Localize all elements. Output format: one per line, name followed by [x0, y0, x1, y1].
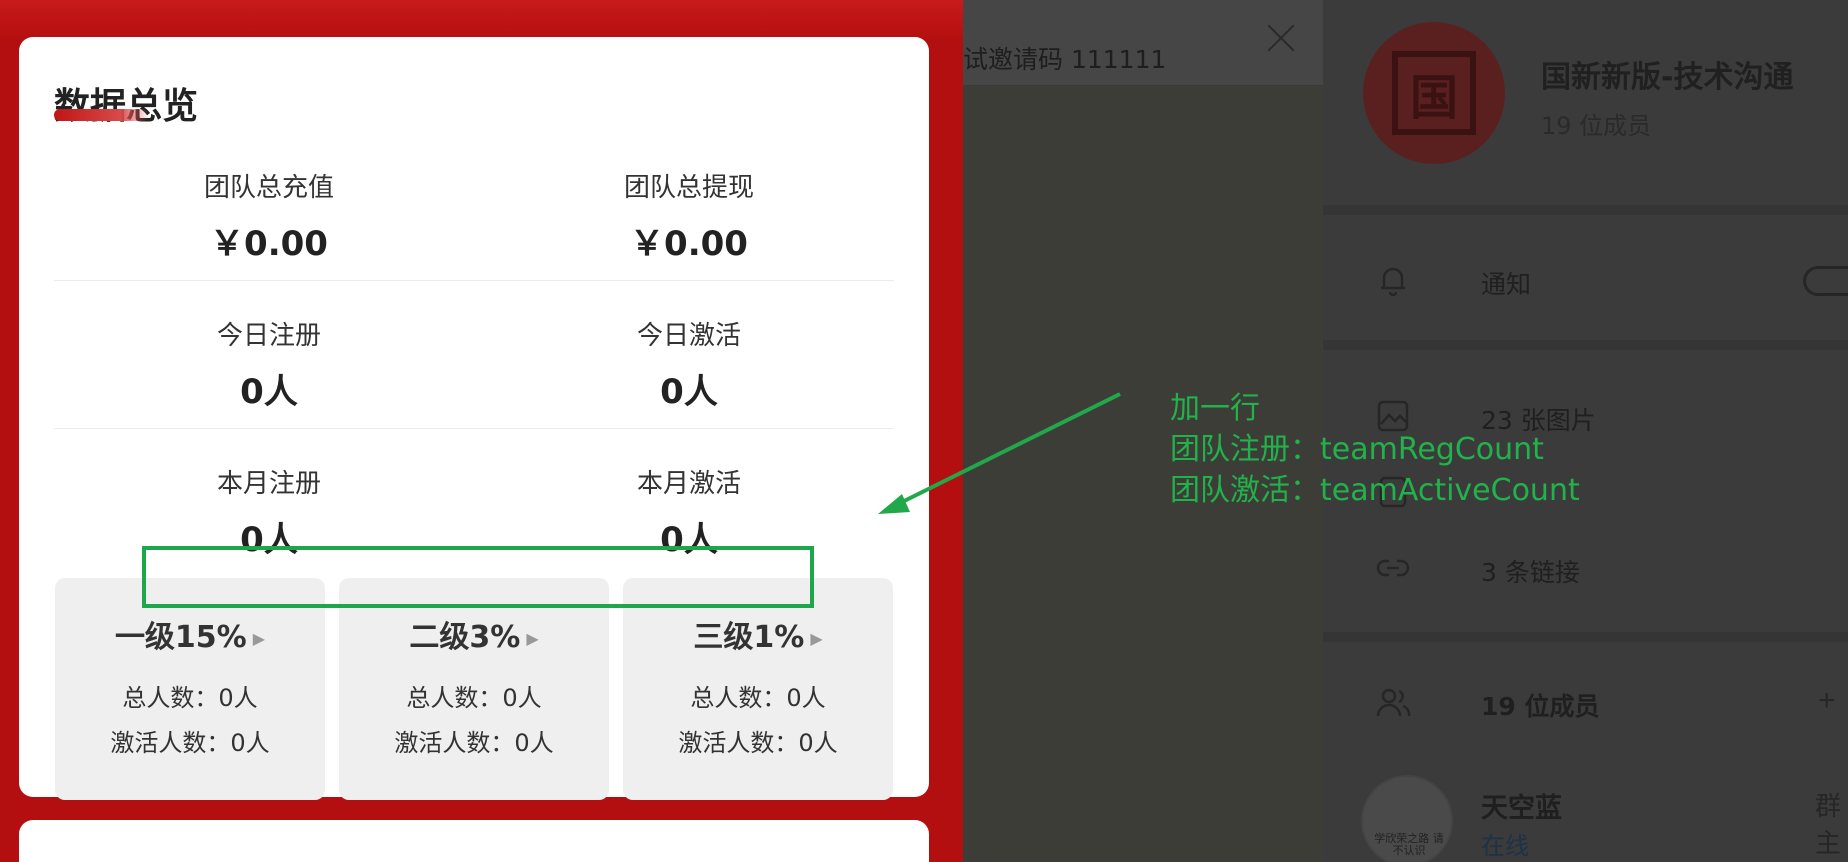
stat-team-recharge: 团队总充值 ￥0.00	[119, 167, 419, 265]
stat-today-activate: 今日激活 0人	[539, 315, 839, 413]
play-arrow-icon: ▶	[526, 629, 539, 648]
section-divider	[1323, 340, 1848, 350]
level-total: 总人数：0人	[122, 684, 258, 712]
close-icon[interactable]	[1263, 20, 1299, 56]
app-screenshot-pane: 数据总览 团队总充值 ￥0.00 团队总提现 ￥0.00 今日注册 0人 今日激…	[0, 0, 963, 862]
bell-icon	[1381, 267, 1405, 297]
links-label: 3 条链接	[1481, 558, 1580, 587]
divider	[54, 280, 894, 281]
group-avatar[interactable]: 国	[1363, 22, 1505, 164]
stat-value: ￥0.00	[210, 224, 328, 264]
stat-value: ￥0.00	[630, 224, 748, 264]
level-total: 总人数：0人	[406, 684, 542, 712]
divider	[54, 428, 894, 429]
level-title: 一级15% ▶	[55, 612, 325, 656]
stat-label: 今日激活	[636, 321, 741, 351]
link-icon	[1376, 559, 1410, 577]
stat-label: 团队总充值	[203, 173, 334, 203]
annotation-line: 加一行	[1170, 391, 1260, 426]
level-1-card[interactable]: 一级15% ▶ 总人数：0人 激活人数：0人	[55, 578, 325, 800]
level-title-text: 三级1%	[693, 620, 805, 655]
stat-label: 本月注册	[216, 469, 321, 499]
members-row[interactable]: 19 位成员 +	[1323, 672, 1848, 732]
avatar-caption: 学欣荣之路 请不认识	[1374, 832, 1444, 857]
level-3-card[interactable]: 三级1% ▶ 总人数：0人 激活人数：0人	[623, 578, 893, 800]
header-background	[0, 0, 963, 40]
notify-toggle[interactable]	[1803, 266, 1848, 296]
level-active: 激活人数：0人	[394, 729, 554, 757]
level-active: 激活人数：0人	[678, 729, 838, 757]
stat-today-register: 今日注册 0人	[119, 315, 419, 413]
card-title: 数据总览	[54, 86, 199, 127]
member-name[interactable]: 天空蓝	[1481, 786, 1562, 825]
members-label: 19 位成员	[1481, 692, 1600, 721]
seal-logo-icon: 国	[1392, 51, 1476, 135]
member-status: 在线	[1481, 832, 1529, 860]
avatar[interactable]: 学欣荣之路 请不认识	[1361, 775, 1453, 862]
chat-header: 试邀请码 111111	[963, 0, 1323, 86]
group-member-count: 19 位成员	[1541, 112, 1652, 140]
notify-row[interactable]: 通知	[1323, 250, 1848, 310]
stat-team-withdraw: 团队总提现 ￥0.00	[539, 167, 839, 265]
annotation-note: 加一行 团队注册：teamRegCount 团队激活：teamActiveCou…	[1170, 388, 1580, 511]
group-name: 国新新版-技术沟通	[1541, 60, 1794, 95]
stat-value: 0人	[660, 372, 718, 412]
stat-label: 团队总提现	[623, 173, 754, 203]
annotation-line: 团队注册：teamRegCount	[1170, 432, 1544, 467]
section-divider	[1323, 632, 1848, 642]
add-member-icon[interactable]: +	[1818, 684, 1836, 718]
member-role-badge: 群主	[1815, 792, 1842, 859]
section-divider	[1323, 205, 1848, 215]
notify-label: 通知	[1481, 270, 1532, 299]
annotation-highlight-box	[142, 546, 814, 608]
level-active: 激活人数：0人	[110, 729, 270, 757]
chat-header-text: 试邀请码 111111	[963, 45, 1167, 74]
annotation-line: 团队激活：teamActiveCount	[1170, 473, 1580, 508]
level-total: 总人数：0人	[690, 684, 826, 712]
title-underline	[54, 109, 149, 121]
level-title: 三级1% ▶	[623, 612, 893, 656]
data-overview-card: 数据总览 团队总充值 ￥0.00 团队总提现 ￥0.00 今日注册 0人 今日激…	[19, 37, 929, 800]
next-card	[19, 820, 929, 862]
level-title-text: 一级15%	[114, 620, 247, 655]
links-row[interactable]: 3 条链接	[1323, 538, 1848, 598]
level-title: 二级3% ▶	[339, 612, 609, 656]
level-title-text: 二级3%	[409, 620, 521, 655]
play-arrow-icon: ▶	[252, 629, 266, 648]
stat-label: 今日注册	[216, 321, 321, 351]
users-icon	[1376, 688, 1411, 717]
stat-label: 本月激活	[636, 469, 741, 499]
level-2-card[interactable]: 二级3% ▶ 总人数：0人 激活人数：0人	[339, 578, 609, 800]
stat-value: 0人	[240, 372, 298, 412]
play-arrow-icon: ▶	[810, 629, 823, 648]
